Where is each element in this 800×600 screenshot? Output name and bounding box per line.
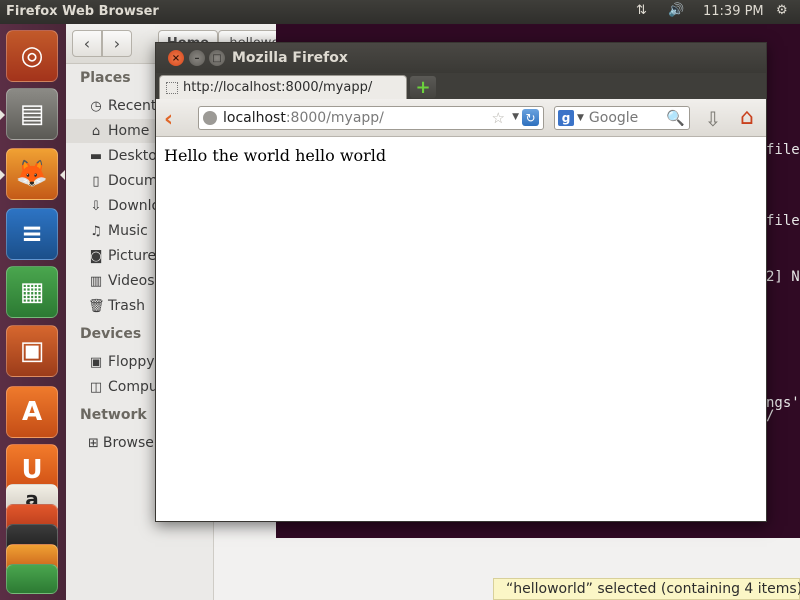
window-close-button[interactable]: × bbox=[168, 50, 184, 66]
sidebar-item-label: Music bbox=[108, 223, 148, 239]
window-maximize-button[interactable]: □ bbox=[209, 50, 225, 66]
navigation-toolbar: ‹ localhost:8000/myapp/ ☆ ▼ ↻ g ▼ Google… bbox=[156, 99, 766, 137]
sidebar-item-label: Trash bbox=[108, 298, 145, 314]
forward-button[interactable]: › bbox=[102, 30, 132, 57]
downloads-button[interactable]: ⇩ bbox=[702, 107, 724, 131]
devices-heading: Devices bbox=[80, 326, 142, 342]
network-heading: Network bbox=[80, 407, 147, 423]
sidebar-item-label: Home bbox=[108, 123, 150, 139]
search-placeholder: Google bbox=[588, 110, 639, 126]
blank-page-icon bbox=[166, 81, 178, 94]
tab-bar: http://localhost:8000/myapp/ + bbox=[156, 73, 766, 99]
clock-icon: ◷ bbox=[90, 98, 102, 114]
history-dropdown-icon[interactable]: ▼ bbox=[512, 112, 519, 122]
clock[interactable]: 11:39 PM bbox=[703, 4, 764, 22]
terminal-line: / bbox=[766, 408, 775, 424]
spreadsheet-icon: ▦ bbox=[19, 277, 45, 307]
calc-launcher[interactable]: ▦ bbox=[6, 266, 58, 318]
firefox-icon: 🦊 bbox=[15, 159, 49, 189]
download-icon: ⇩ bbox=[90, 198, 102, 214]
network-icon[interactable]: ⇅ bbox=[636, 3, 647, 21]
firefox-launcher[interactable]: 🦊 bbox=[6, 148, 58, 200]
close-icon: × bbox=[171, 52, 181, 64]
page-content[interactable]: Hello the world hello world bbox=[156, 138, 766, 521]
file-cabinet-icon: ▤ bbox=[19, 99, 45, 129]
film-icon: ▥ bbox=[89, 273, 103, 289]
download-arrow-icon: ⇩ bbox=[704, 107, 722, 131]
chevron-left-icon: ‹ bbox=[83, 34, 91, 53]
chevron-right-icon: › bbox=[113, 34, 121, 53]
bookmark-star-icon[interactable]: ☆ bbox=[492, 109, 505, 127]
camera-icon: ◙ bbox=[89, 248, 103, 264]
window-title: Mozilla Firefox bbox=[232, 50, 348, 66]
chevron-down-icon[interactable]: ▼ bbox=[577, 113, 584, 123]
browser-tab[interactable]: http://localhost:8000/myapp/ bbox=[159, 75, 407, 99]
top-panel: Firefox Web Browser ⇅ 🔊 11:39 PM ⚙ bbox=[0, 0, 800, 24]
minimize-icon: – bbox=[194, 52, 200, 64]
focus-indicator bbox=[60, 170, 65, 180]
music-note-icon: ♫ bbox=[90, 223, 102, 239]
back-button[interactable]: ‹ bbox=[164, 107, 184, 132]
url-bar[interactable]: localhost:8000/myapp/ ☆ ▼ ↻ bbox=[198, 106, 544, 130]
sidebar-item-label: Recent bbox=[108, 98, 157, 114]
new-tab-button[interactable]: + bbox=[410, 76, 436, 98]
window-titlebar[interactable]: × – □ Mozilla Firefox bbox=[156, 43, 766, 73]
presentation-icon: ▣ bbox=[19, 336, 45, 366]
launcher-stack-item[interactable] bbox=[6, 564, 58, 594]
running-indicator bbox=[0, 170, 5, 180]
trash-icon: 🗑 bbox=[88, 298, 105, 314]
home-icon: ⌂ bbox=[91, 123, 101, 139]
url-path: :8000/myapp/ bbox=[285, 110, 384, 126]
active-app-title: Firefox Web Browser bbox=[6, 4, 159, 19]
reload-icon: ↻ bbox=[525, 110, 536, 125]
maximize-icon: □ bbox=[212, 52, 222, 64]
firefox-window: × – □ Mozilla Firefox http://localhost:8… bbox=[155, 42, 767, 522]
tab-label: http://localhost:8000/myapp/ bbox=[183, 80, 373, 95]
writer-launcher[interactable]: ≡ bbox=[6, 208, 58, 260]
terminal-line: file bbox=[766, 142, 800, 158]
sidebar-item-label: Videos bbox=[108, 273, 155, 289]
ubuntu-logo-icon: ◎ bbox=[20, 41, 44, 71]
impress-launcher[interactable]: ▣ bbox=[6, 325, 58, 377]
folder-icon: ▬ bbox=[89, 148, 103, 164]
document-icon: ▯ bbox=[92, 173, 100, 189]
search-bar[interactable]: g ▼ Google 🔍 bbox=[554, 106, 690, 130]
shopping-bag-icon: A bbox=[21, 397, 43, 427]
google-engine-icon[interactable]: g bbox=[558, 110, 574, 126]
gear-icon[interactable]: ⚙ bbox=[776, 3, 788, 21]
search-icon[interactable]: 🔍 bbox=[666, 109, 685, 127]
ubuntu-one-icon: U bbox=[21, 455, 43, 485]
files-launcher[interactable]: ▤ bbox=[6, 88, 58, 140]
back-arrow-icon: ‹ bbox=[164, 107, 174, 132]
plus-icon: + bbox=[415, 76, 431, 98]
globe-icon bbox=[203, 111, 217, 125]
volume-icon[interactable]: 🔊 bbox=[668, 3, 684, 21]
terminal-line: 2] Ne bbox=[766, 269, 800, 285]
hard-drive-icon: ◫ bbox=[89, 379, 103, 395]
floppy-icon: ▣ bbox=[89, 354, 103, 370]
home-icon: ⌂ bbox=[740, 105, 754, 130]
places-heading: Places bbox=[80, 70, 131, 86]
dash-home-button[interactable]: ◎ bbox=[6, 30, 58, 82]
url-host: localhost bbox=[223, 110, 286, 126]
page-body-text: Hello the world hello world bbox=[164, 146, 387, 165]
terminal-line: file bbox=[766, 213, 800, 229]
window-minimize-button[interactable]: – bbox=[189, 50, 205, 66]
home-button[interactable]: ⌂ bbox=[734, 105, 760, 131]
back-button[interactable]: ‹ bbox=[72, 30, 102, 57]
launcher: ◎ ▤ 🦊 ≡ ▦ ▣ A U a bbox=[0, 24, 66, 600]
reload-button[interactable]: ↻ bbox=[522, 109, 539, 126]
network-icon: ⊞ bbox=[88, 435, 99, 451]
software-center-launcher[interactable]: A bbox=[6, 386, 58, 438]
writer-document-icon: ≡ bbox=[21, 219, 43, 249]
selection-status: “helloworld” selected (containing 4 item… bbox=[493, 578, 800, 600]
running-indicator bbox=[0, 110, 5, 120]
